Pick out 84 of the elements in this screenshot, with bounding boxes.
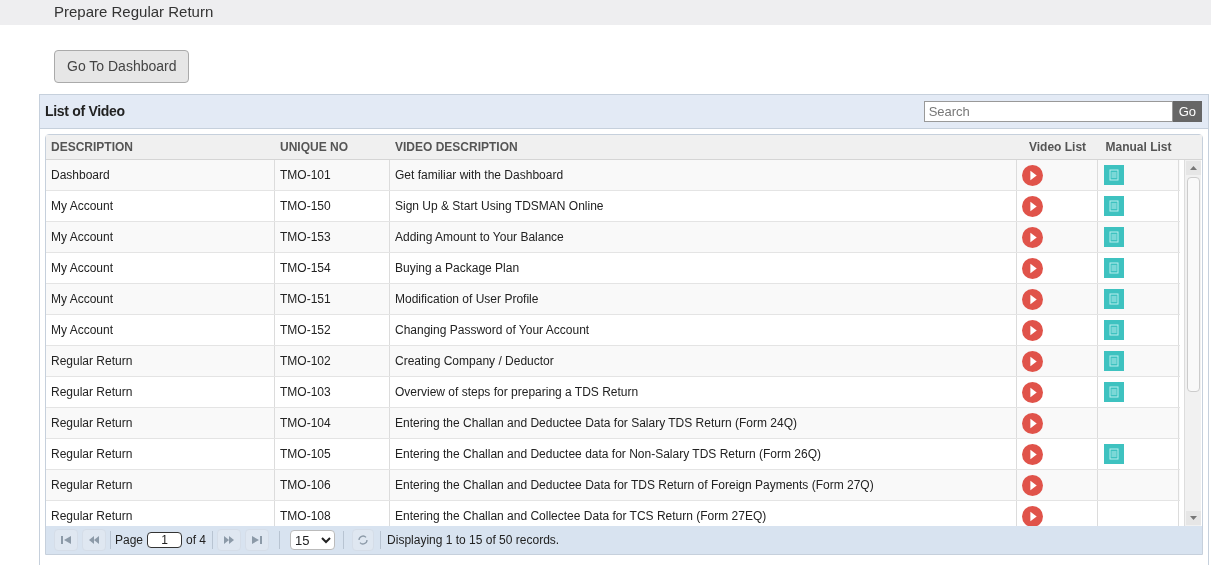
next-page-button[interactable] [217, 529, 242, 551]
play-icon[interactable] [1022, 350, 1043, 372]
table-cell-text: TMO-108 [280, 508, 331, 525]
refresh-button[interactable] [352, 529, 375, 551]
column-header[interactable]: Manual List [1105, 138, 1172, 156]
table-cell-text: TMO-152 [280, 322, 331, 339]
table-cell-text: Creating Company / Deductor [395, 353, 554, 370]
table-cell-text: TMO-154 [280, 260, 331, 277]
table-cell-text: TMO-153 [280, 229, 331, 246]
table-cell-text: Regular Return [51, 384, 133, 401]
last-page-button[interactable] [245, 529, 270, 551]
play-icon[interactable] [1022, 226, 1043, 248]
go-button[interactable]: Go [1172, 101, 1202, 122]
table-cell-text: Modification of User Profile [395, 291, 539, 308]
page-title: Prepare Regular Return [54, 2, 214, 23]
table-cell-text: Dashboard [51, 167, 110, 184]
play-icon[interactable] [1022, 288, 1043, 310]
table-cell-text: TMO-105 [280, 446, 331, 463]
table-cell-text: Regular Return [51, 353, 133, 370]
play-icon[interactable] [1022, 474, 1043, 496]
table-cell-text: My Account [51, 291, 114, 308]
table-cell-text: Entering the Challan and Deductee data for Non-Salary TDS Return (Form 26Q) [395, 446, 821, 463]
play-icon[interactable] [1022, 505, 1043, 526]
table-cell-text: Regular Return [51, 477, 133, 494]
table-cell-text: My Account [51, 322, 114, 339]
table-cell-text: Buying a Package Plan [395, 260, 520, 277]
scroll-up-button[interactable] [1185, 161, 1201, 175]
table-cell-text: Entering the Challan and Deductee Data for Salary TDS Return (Form 24Q) [395, 415, 797, 432]
arrow-icon [223, 535, 236, 545]
table-cell-text: My Account [51, 260, 114, 277]
table-cell-text: TMO-150 [280, 198, 331, 215]
table-cell-text: Changing Password of Your Account [395, 322, 590, 339]
table-cell-text: Overview of steps for preparing a TDS Return [395, 384, 639, 401]
play-icon[interactable] [1022, 381, 1043, 403]
document-icon[interactable] [1104, 382, 1124, 402]
document-icon[interactable] [1104, 444, 1124, 464]
arrow-icon [251, 535, 264, 545]
table-cell-text: Adding Amount to Your Balance [395, 229, 564, 246]
play-icon[interactable] [1022, 319, 1043, 341]
table-cell-text: My Account [51, 229, 114, 246]
table-cell-text: TMO-104 [280, 415, 331, 432]
page-number-field[interactable]: 1 [147, 532, 183, 548]
arrow-icon [60, 535, 72, 545]
table-cell-text: Entering the Challan and Collectee Data for TCS Return (Form 27EQ) [395, 508, 767, 525]
table-cell-text: Get familiar with the Dashboard [395, 167, 564, 184]
table-cell-text: Entering the Challan and Deductee Data for TDS Return of Foreign Payments (Form 27Q) [395, 477, 874, 494]
table-cell-text: My Account [51, 198, 114, 215]
table-cell-text: Regular Return [51, 415, 133, 432]
previous-page-button[interactable] [82, 529, 106, 551]
table-cell-text: Sign Up & Start Using TDSMAN Online [395, 198, 604, 215]
arrow-icon [88, 535, 100, 545]
refresh-icon [357, 534, 370, 546]
table-cell-text: Regular Return [51, 508, 133, 525]
column-header[interactable]: VIDEO DESCRIPTION [395, 138, 518, 156]
table-cell-text: TMO-101 [280, 167, 331, 184]
play-icon[interactable] [1022, 443, 1043, 465]
table-cell-text: Regular Return [51, 446, 133, 463]
page-size-select[interactable]: 15 [290, 530, 336, 550]
table-cell-text: TMO-151 [280, 291, 331, 308]
table-cell-text: TMO-106 [280, 477, 331, 494]
panel-title: List of Video [45, 102, 125, 121]
document-icon[interactable] [1104, 165, 1124, 185]
column-header[interactable]: Video List [1028, 138, 1087, 156]
play-icon[interactable] [1022, 195, 1043, 217]
play-icon[interactable] [1022, 164, 1043, 186]
page-count: of 4 [186, 532, 207, 549]
column-header[interactable]: UNIQUE NO [280, 138, 348, 156]
dashboard-button[interactable]: Go To Dashboard [54, 50, 190, 83]
document-icon[interactable] [1104, 258, 1124, 278]
search-field[interactable]: Search [923, 101, 1173, 122]
document-icon[interactable] [1104, 351, 1124, 371]
records-summary: Displaying 1 to 15 of 50 records. [387, 532, 560, 549]
table-cell-text: TMO-103 [280, 384, 331, 401]
document-icon[interactable] [1104, 196, 1124, 216]
first-page-button[interactable] [54, 529, 78, 551]
page-label: Page [115, 532, 144, 549]
document-icon[interactable] [1104, 289, 1124, 309]
column-header[interactable]: DESCRIPTION [51, 138, 133, 156]
document-icon[interactable] [1104, 320, 1124, 340]
scroll-down-button[interactable] [1185, 511, 1201, 525]
play-icon[interactable] [1022, 412, 1043, 434]
play-icon[interactable] [1022, 257, 1043, 279]
table-cell-text: TMO-102 [280, 353, 331, 370]
document-icon[interactable] [1104, 227, 1124, 247]
